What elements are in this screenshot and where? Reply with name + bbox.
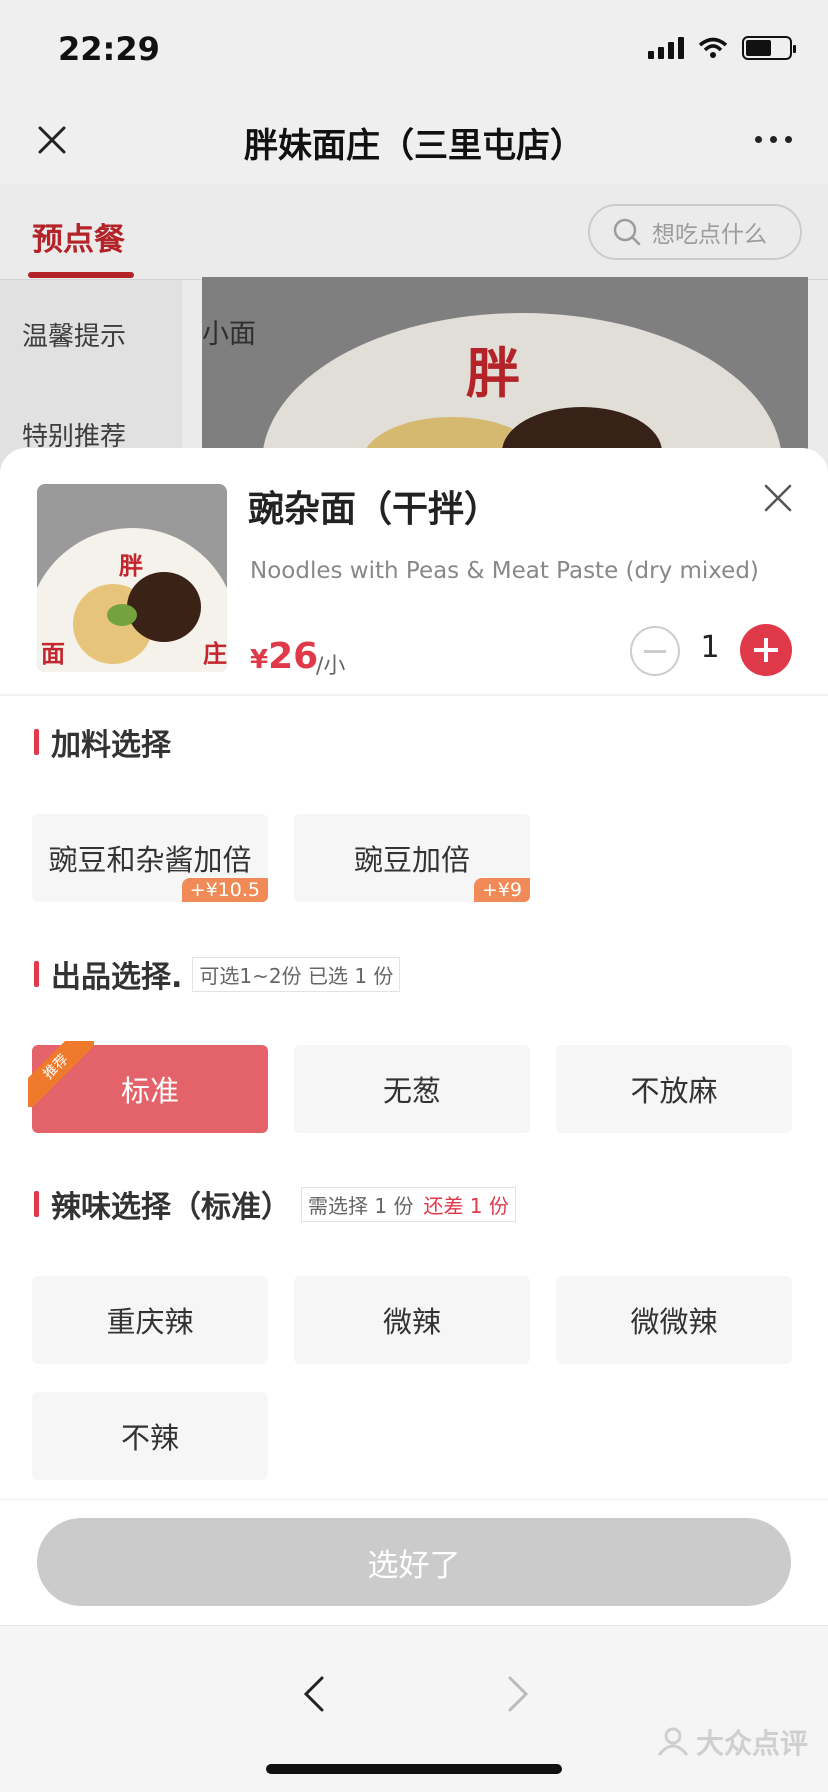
- home-indicator: [266, 1764, 562, 1774]
- option-sheet: 胖 面 庄 豌杂面（干拌） Noodles with Peas & Meat P…: [0, 448, 828, 1792]
- section-style-title: 出品选择. 可选1~2份 已选 1 份: [34, 952, 401, 996]
- status-bar: 22:29: [0, 0, 828, 96]
- section-title-text: 出品选择.: [51, 960, 183, 995]
- option-label: 无葱: [382, 1074, 441, 1108]
- option-spice-very-mild[interactable]: 微微辣: [556, 1276, 792, 1364]
- recommend-badge: 推荐: [28, 1041, 94, 1107]
- option-style-no-numbing[interactable]: 不放麻: [556, 1045, 792, 1133]
- product-price: ¥26: [250, 636, 318, 677]
- wifi-icon: [698, 37, 728, 58]
- option-label: 不辣: [120, 1421, 179, 1455]
- browser-bottom-bar: 大众点评: [0, 1625, 828, 1792]
- signal-icon: [648, 37, 684, 59]
- option-label: 不放麻: [630, 1074, 718, 1108]
- divider: [0, 694, 828, 696]
- option-label: 标准: [120, 1074, 179, 1108]
- product-subtitle: Noodles with Peas & Meat Paste (dry mixe…: [250, 558, 759, 584]
- page-title: 胖妹面庄（三里屯店）: [244, 126, 584, 166]
- option-topping-2[interactable]: 豌豆加倍 +¥9: [294, 814, 530, 902]
- sheet-close-icon[interactable]: [760, 480, 796, 516]
- nav-bar: 胖妹面庄（三里屯店）: [0, 96, 828, 184]
- dim-overlay[interactable]: [0, 184, 828, 484]
- status-icons: [648, 36, 796, 60]
- section-hint: 需选择 1 份 还差 1 份: [301, 1186, 516, 1222]
- option-price-tag: +¥10.5: [181, 878, 268, 902]
- more-icon[interactable]: [755, 136, 792, 143]
- option-spice-chongqing[interactable]: 重庆辣: [32, 1276, 268, 1364]
- option-spice-none[interactable]: 不辣: [32, 1392, 268, 1480]
- option-label: 豌豆加倍: [353, 843, 470, 877]
- option-topping-1[interactable]: 豌豆和杂酱加倍 +¥10.5: [32, 814, 268, 902]
- confirm-button[interactable]: 选好了: [37, 1518, 791, 1606]
- image-char-3: 庄: [203, 640, 227, 668]
- image-char-2: 面: [41, 640, 65, 668]
- confirm-area: 选好了: [0, 1499, 828, 1625]
- chevron-left-icon[interactable]: [296, 1672, 332, 1716]
- option-spice-mild[interactable]: 微辣: [294, 1276, 530, 1364]
- section-title-text: 辣味选择（标准）: [51, 1190, 291, 1225]
- option-label: 重庆辣: [106, 1305, 194, 1339]
- option-style-standard[interactable]: 推荐 标准: [28, 1041, 268, 1133]
- price-value: 26: [268, 636, 319, 677]
- section-title-text: 加料选择: [51, 728, 171, 763]
- option-price-tag: +¥9: [473, 878, 530, 902]
- quantity-decrease-button[interactable]: [630, 626, 680, 676]
- battery-icon: [742, 36, 796, 60]
- quantity-value: 1: [700, 630, 720, 665]
- section-hint-warning: 还差 1 份: [423, 1193, 509, 1218]
- price-currency: ¥: [250, 645, 269, 675]
- section-toppings-title: 加料选择: [34, 720, 171, 764]
- chevron-right-icon[interactable]: [500, 1672, 536, 1716]
- quantity-increase-button[interactable]: [740, 624, 792, 676]
- option-label: 豌豆和杂酱加倍: [48, 843, 252, 877]
- status-time: 22:29: [58, 30, 160, 68]
- price-unit: /小: [316, 654, 346, 679]
- option-label: 微辣: [382, 1305, 441, 1339]
- section-hint: 可选1~2份 已选 1 份: [192, 956, 401, 992]
- section-spice-title: 辣味选择（标准） 需选择 1 份 还差 1 份: [34, 1182, 516, 1226]
- option-label: 微微辣: [630, 1305, 718, 1339]
- image-char-1: 胖: [119, 552, 143, 580]
- watermark: 大众点评: [656, 1722, 808, 1762]
- watermark-logo-icon: [657, 1727, 689, 1756]
- product-name: 豌杂面（干拌）: [248, 489, 501, 530]
- product-image: 胖 面 庄: [37, 484, 227, 672]
- option-style-no-scallion[interactable]: 无葱: [294, 1045, 530, 1133]
